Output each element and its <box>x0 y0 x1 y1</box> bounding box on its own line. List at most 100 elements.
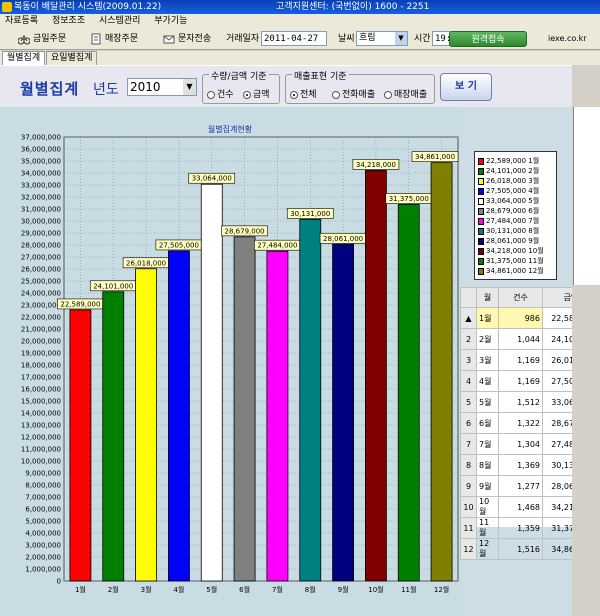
bar <box>233 236 256 582</box>
y-tick-label: 37,000,000 <box>21 134 61 142</box>
legend-swatch <box>478 237 484 245</box>
legend-label: 34,861,000 12월 <box>486 267 544 275</box>
sms-button[interactable]: 문자전송 <box>163 31 211 47</box>
y-tick-label: 14,000,000 <box>21 410 61 418</box>
cell-month[interactable]: 11월 <box>476 517 499 539</box>
filter-panel: 월별집계 년도 2010 ▼ 수량/금액 기준 건수 금액 매출표현 기준 전체… <box>0 65 572 107</box>
weather-select[interactable]: 흐림 ▼ <box>356 31 408 46</box>
y-tick-label: 28,000,000 <box>21 242 61 250</box>
remote-support-button[interactable]: 원격접속 <box>449 31 527 47</box>
cell-count[interactable]: 1,044 <box>498 328 543 350</box>
y-tick-label: 19,000,000 <box>21 350 61 358</box>
y-tick-label: 8,000,000 <box>25 482 61 490</box>
cell-count[interactable]: 1,512 <box>498 391 543 413</box>
legend-swatch <box>478 197 484 205</box>
cell-count[interactable]: 1,369 <box>498 454 543 476</box>
radio-count[interactable]: 건수 <box>207 87 234 100</box>
cell-count[interactable]: 1,277 <box>498 475 543 497</box>
legend-label: 28,679,000 6월 <box>486 207 540 215</box>
y-tick-label: 7,000,000 <box>25 494 61 502</box>
cell-month[interactable]: 12월 <box>476 538 499 560</box>
y-tick-label: 5,000,000 <box>25 518 61 526</box>
x-tick-label: 6월 <box>239 585 250 594</box>
cell-count[interactable]: 1,516 <box>498 538 543 560</box>
cell-month[interactable]: 4월 <box>476 370 499 392</box>
menu-item-info[interactable]: 정보조조 <box>52 14 85 28</box>
column-header-month[interactable]: 월 <box>476 287 499 308</box>
x-tick-label: 3월 <box>141 585 152 594</box>
cell-month[interactable]: 6월 <box>476 412 499 434</box>
radio-amount[interactable]: 금액 <box>243 87 270 100</box>
y-tick-label: 0 <box>57 578 61 586</box>
y-tick-label: 15,000,000 <box>21 398 61 406</box>
cell-month[interactable]: 7월 <box>476 433 499 455</box>
cell-month[interactable]: 9월 <box>476 475 499 497</box>
row-indicator: 6 <box>460 412 477 434</box>
bicycle-icon <box>17 33 31 45</box>
row-indicator: 8 <box>460 454 477 476</box>
window-title: 복동이 배달관리 시스템(2009.01.22) <box>14 2 162 12</box>
cell-month[interactable]: 10월 <box>476 496 499 518</box>
y-tick-label: 3,000,000 <box>25 542 61 550</box>
year-select[interactable]: 2010 ▼ <box>127 78 197 96</box>
legend-entry: 22,589,000 1월 <box>478 156 539 166</box>
site-link[interactable]: iexe.co.kr <box>548 34 587 43</box>
view-button[interactable]: 보 기 <box>440 73 492 101</box>
cell-count[interactable]: 1,359 <box>498 517 543 539</box>
cell-count[interactable]: 1,468 <box>498 496 543 518</box>
date-input[interactable] <box>261 31 327 46</box>
legend-label: 28,061,000 9월 <box>486 237 540 245</box>
legend-label: 24,101,000 2월 <box>486 167 540 175</box>
store-order-button[interactable]: 매장주문 <box>90 31 138 47</box>
column-header-count[interactable]: 건수 <box>498 287 543 308</box>
year-label: 년도 <box>93 82 119 98</box>
today-order-button[interactable]: 금일주문 <box>17 31 66 47</box>
x-tick-label: 8월 <box>305 585 316 594</box>
legend-swatch <box>478 257 484 265</box>
cell-count[interactable]: 1,169 <box>498 349 543 371</box>
cell-count[interactable]: 1,304 <box>498 433 543 455</box>
row-indicator: 5 <box>460 391 477 413</box>
cell-month[interactable]: 8월 <box>476 454 499 476</box>
radio-phone-sales[interactable]: 전화매출 <box>332 87 375 100</box>
sales-group: 매출표현 기준 전체 전화매출 매장매출 <box>285 69 435 104</box>
bar <box>299 219 322 582</box>
y-tick-label: 11,000,000 <box>21 446 61 454</box>
chart-area: 월별집계현황 0 1,000,000 2,000,000 3,000,000 4,000… <box>0 107 460 616</box>
cell-count[interactable]: 1,322 <box>498 412 543 434</box>
cell-count[interactable]: 1,169 <box>498 370 543 392</box>
legend-swatch <box>478 187 484 195</box>
y-tick-label: 4,000,000 <box>25 530 61 538</box>
side-panel-blank <box>573 107 600 285</box>
tab-weekday[interactable]: 요일별집계 <box>46 51 98 65</box>
cell-month[interactable]: 5월 <box>476 391 499 413</box>
chevron-down-icon: ▼ <box>183 79 196 95</box>
legend-label: 30,131,000 8월 <box>486 227 540 235</box>
cell-month[interactable]: 2월 <box>476 328 499 350</box>
cell-month[interactable]: 3월 <box>476 349 499 371</box>
legend-swatch <box>478 177 484 185</box>
y-tick-label: 9,000,000 <box>25 470 61 478</box>
x-tick-label: 11월 <box>401 585 416 594</box>
cell-count[interactable]: 986 <box>498 307 543 329</box>
legend-label: 22,589,000 1월 <box>486 157 540 165</box>
time-label: 시간 <box>414 34 431 44</box>
data-label: 28,679,000 <box>225 227 265 235</box>
row-indicator: 12 <box>460 538 477 560</box>
cell-month[interactable]: 1월 <box>476 307 499 329</box>
menu-item-extras[interactable]: 부가기능 <box>154 14 187 28</box>
bar <box>135 268 157 582</box>
envelope-icon <box>163 33 175 45</box>
radio-all[interactable]: 전체 <box>290 87 317 100</box>
toolbar: 금일주문 매장주문 문자전송 거래일자 날씨 흐림 ▼ 시간 원격접속 iexe… <box>0 28 600 50</box>
y-tick-label: 35,000,000 <box>21 158 61 166</box>
radio-store-sales[interactable]: 매장매출 <box>384 87 427 100</box>
legend-label: 31,375,000 11월 <box>486 257 544 265</box>
legend-entry: 24,101,000 2월 <box>478 166 539 176</box>
app-icon <box>2 2 12 12</box>
menu-item-system[interactable]: 시스템관리 <box>99 14 140 28</box>
bar <box>69 309 92 582</box>
legend-swatch <box>478 227 484 235</box>
menu-item-data-entry[interactable]: 자료등록 <box>5 14 38 28</box>
tab-monthly[interactable]: 월별집계 <box>2 51 46 65</box>
